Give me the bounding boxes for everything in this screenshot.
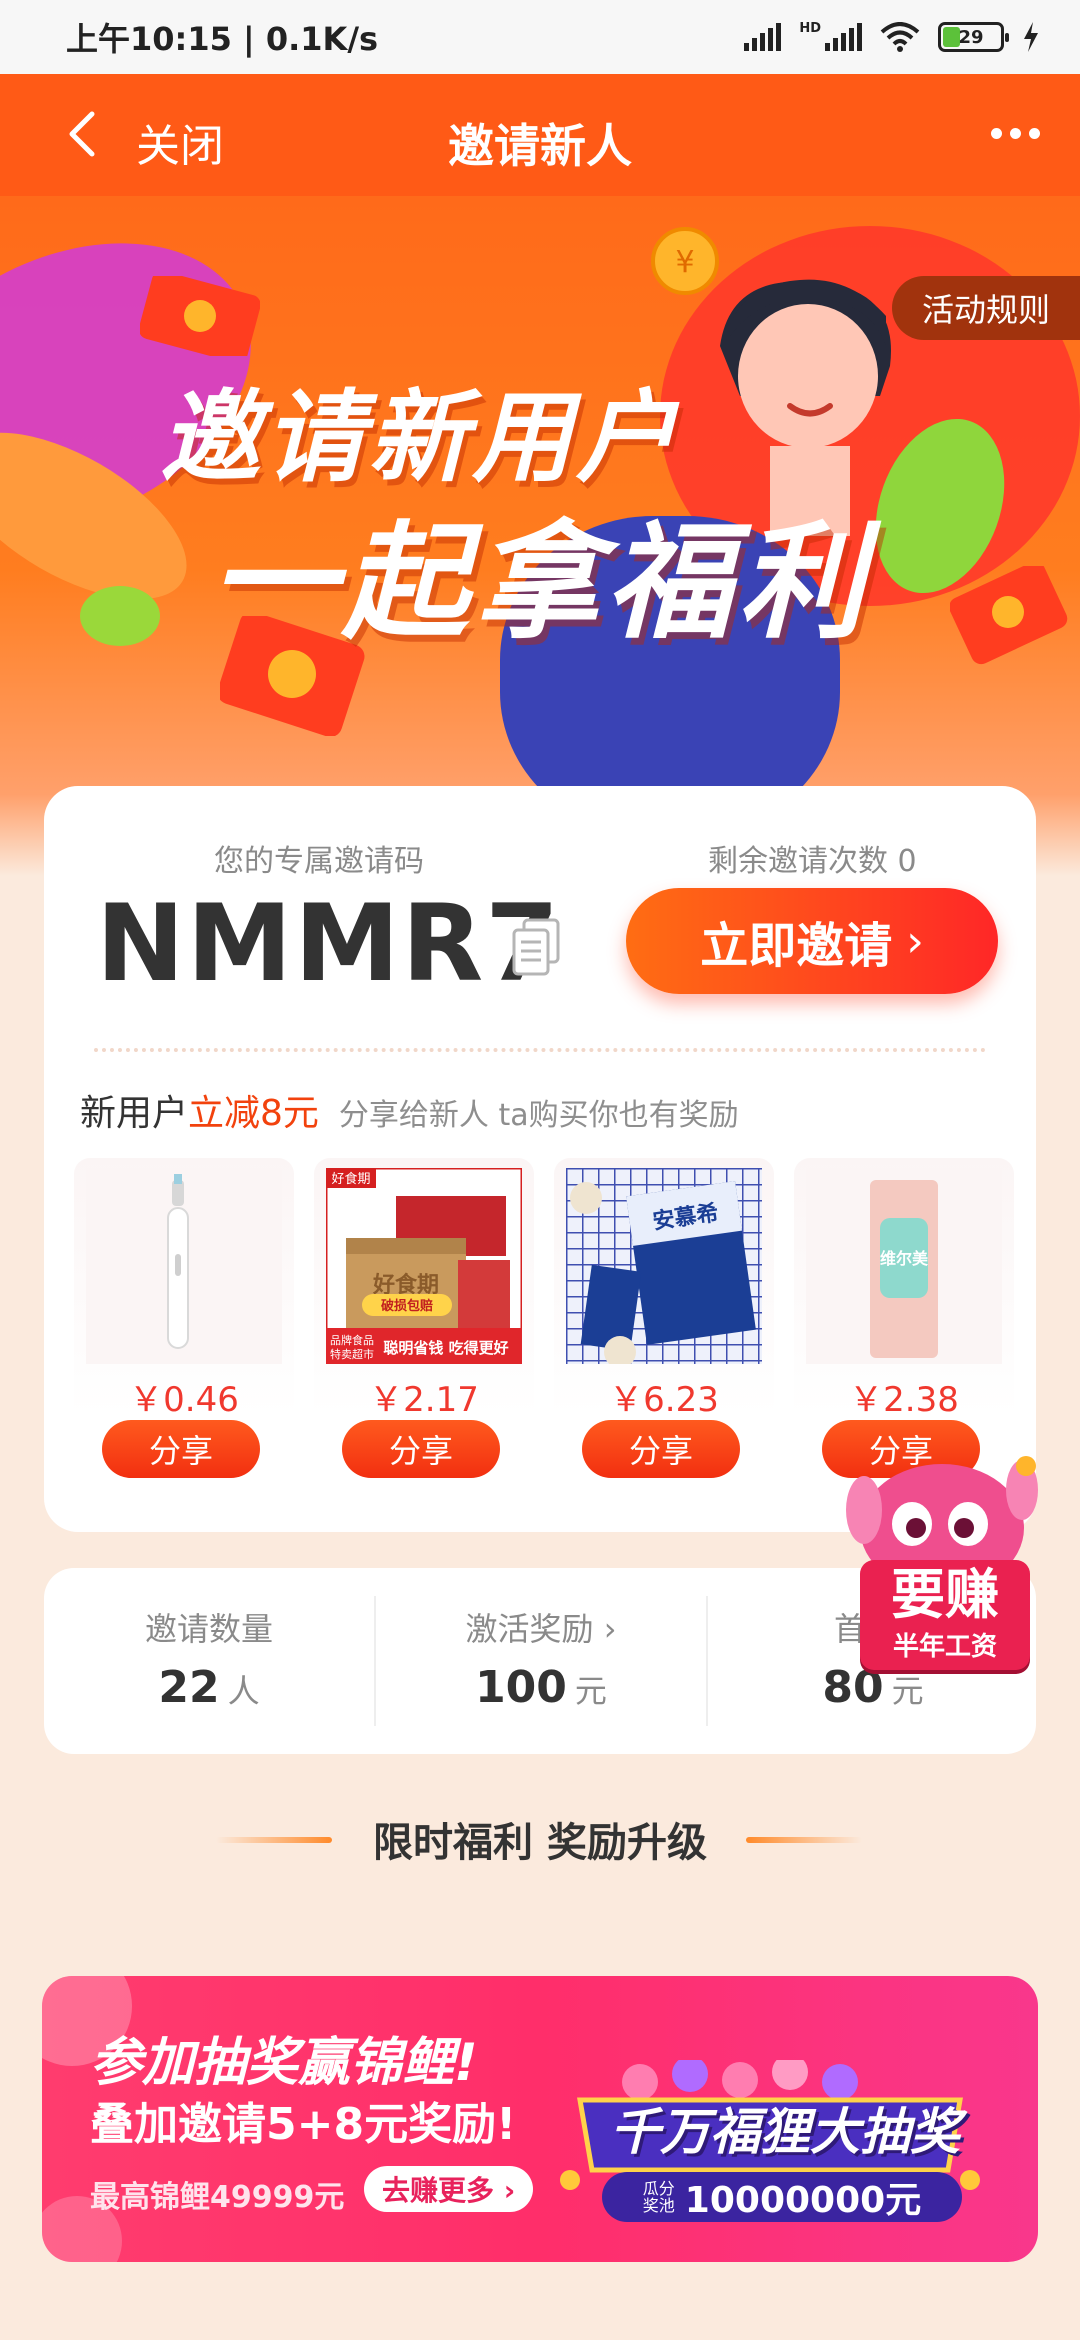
svg-text:¥: ¥ [675, 245, 694, 280]
tag-text: 破损包赔 [381, 1298, 433, 1314]
mascot-badge[interactable]: 要赚 半年工资 [860, 1560, 1030, 1670]
product-price: ￥6.23 [609, 1380, 719, 1420]
coin-icon: ¥ [651, 227, 719, 295]
earn-more-button[interactable]: 去赚更多 › [364, 2166, 534, 2212]
product-price: ￥2.38 [849, 1380, 959, 1420]
prize-pool-amount: 10000000元 [684, 2180, 922, 2221]
rules-button[interactable]: 活动规则 [892, 276, 1080, 340]
section-title: 限时福利 奖励升级 [373, 1820, 707, 1866]
product-price: ￥0.46 [129, 1380, 239, 1420]
promo-subtext: 分享给新人 ta购买你也有奖励 [338, 1098, 739, 1133]
invite-code-label: 您的专属邀请码 [214, 844, 424, 879]
promo-highlight: 立减8元 [188, 1093, 319, 1134]
stat-label: 激活奖励 › [465, 1610, 617, 1648]
mascot-badge-small: 半年工资 [892, 1632, 997, 1662]
new-user-promo: 新用户立减8元 分享给新人 ta购买你也有奖励 [80, 1084, 739, 1136]
heading-line-right [746, 1837, 862, 1843]
invite-card: 您的专属邀请码 剩余邀请次数 0 NMMR7 立即邀请 › 新用户立减8元 分享给… [44, 786, 1036, 1532]
page-title: 邀请新人 [448, 119, 632, 173]
lottery-line-1: 参加抽奖赢锦鲤! [90, 2033, 478, 2093]
remaining-invites-label: 剩余邀请次数 0 [708, 844, 917, 879]
lottery-line-3: 最高锦鲤49999元 [90, 2180, 345, 2215]
product-card[interactable]: ￥0.46 分享 [74, 1158, 294, 1480]
stat-label: 邀请数量 [144, 1610, 273, 1648]
milk-box-image: 安慕希 [566, 1168, 762, 1364]
banner-headline-1: 邀请新用户 [160, 379, 680, 496]
stat-value: 100 元 [475, 1662, 607, 1713]
hero-banner: ¥ 活动规则 邀请新用户 一起拿福利 [0, 196, 1080, 876]
stat-value: 22 人 [158, 1662, 260, 1713]
dotted-divider [94, 1048, 986, 1052]
chevron-right-icon: › [603, 1610, 617, 1648]
product-card[interactable]: 安慕希 ￥6.23 分享 [554, 1158, 774, 1480]
product-card[interactable]: 维尔美 ￥2.38 分享 [794, 1158, 1014, 1480]
brand-label: 维尔美 [880, 1249, 929, 1268]
lottery-banner[interactable]: 参加抽奖赢锦鲤! 叠加邀请5+8元奖励! 最高锦鲤49999元 去赚更多 › 千… [42, 1976, 1038, 2262]
tag2-right: 聪明省钱 吃得更好 [383, 1339, 508, 1357]
banner-headline-2: 一起拿福利 [210, 509, 870, 656]
share-button[interactable]: 分享 [342, 1420, 500, 1478]
signal-hd-icon [825, 23, 862, 51]
copy-icon[interactable] [512, 918, 560, 976]
stat-invite-count: 邀请数量 22 人 [44, 1568, 374, 1754]
mascot-badge-big: 要赚 [891, 1563, 999, 1626]
tag2-left-1: 品牌食品 [330, 1333, 374, 1347]
promo-prefix: 新用户 [80, 1093, 189, 1134]
wifi-icon [880, 22, 920, 52]
nav-bar: 关闭 邀请新人 [0, 74, 1080, 196]
toothbrush-image [86, 1168, 282, 1364]
share-button[interactable]: 分享 [582, 1420, 740, 1478]
prize-pool: 瓜分 奖池 10000000元 [602, 2172, 962, 2222]
invite-now-label: 立即邀请 [700, 918, 893, 974]
more-icon[interactable] [991, 128, 1040, 139]
invite-code: NMMR7 [96, 882, 562, 1005]
product-list: ￥0.46 分享 好食期 破损包赔 品牌食品 特卖超市 聪明省钱 吃得更好 好食… [74, 1158, 1014, 1480]
tag2-left-2: 特卖超市 [330, 1347, 374, 1361]
battery-icon: 29 [938, 22, 1009, 52]
red-envelope-icon [950, 566, 1068, 665]
charging-icon [1024, 22, 1038, 52]
lottery-badge-title: 千万福狸大抽奖 [610, 2103, 960, 2161]
product-card[interactable]: 好食期 破损包赔 品牌食品 特卖超市 聪明省钱 吃得更好 好食期 ￥2.17 分… [314, 1158, 534, 1480]
signal-icon [744, 23, 782, 51]
status-time: 上午10:15 | 0.1K/s [66, 20, 379, 58]
brand-label: 好食期 [331, 1171, 370, 1187]
hd-label: HD [799, 20, 821, 36]
snack-box-image: 好食期 破损包赔 品牌食品 特卖超市 聪明省钱 吃得更好 好食期 [326, 1168, 522, 1364]
status-bar: 上午10:15 | 0.1K/s HD 29 [0, 0, 1080, 74]
share-button[interactable]: 分享 [102, 1420, 260, 1478]
lottery-line-2: 叠加邀请5+8元奖励! [90, 2099, 517, 2150]
invite-now-button[interactable]: 立即邀请 › [626, 888, 998, 994]
stat-activation-reward[interactable]: 激活奖励 › 100 元 [376, 1568, 706, 1754]
battery-level: 29 [958, 26, 984, 48]
tissue-pack-image: 维尔美 [806, 1168, 1002, 1364]
product-price: ￥2.17 [369, 1380, 479, 1420]
red-envelope-icon [140, 276, 260, 356]
status-icons: HD 29 [744, 20, 1040, 52]
chevron-right-icon: › [906, 915, 924, 967]
prize-pool-label: 瓜分 奖池 [642, 2179, 675, 2215]
